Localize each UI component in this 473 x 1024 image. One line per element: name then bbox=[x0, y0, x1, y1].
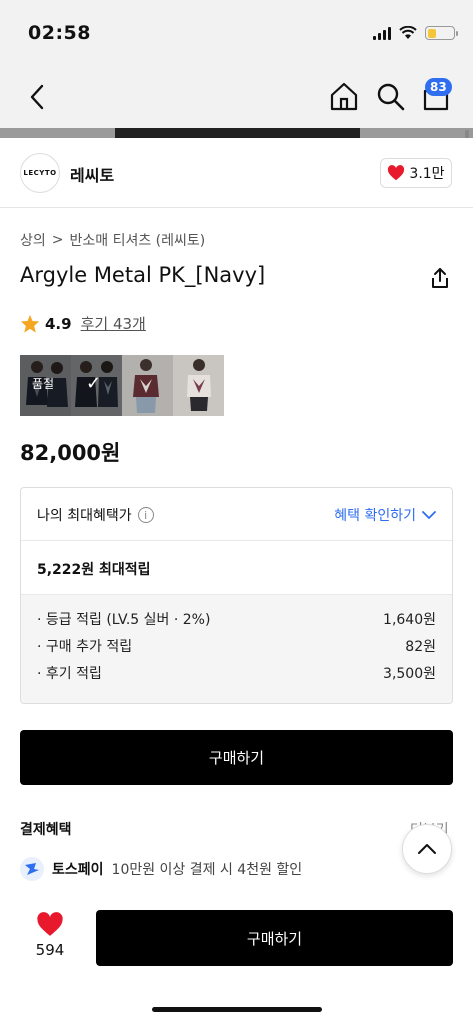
brand-logo[interactable]: LECYTO bbox=[20, 153, 60, 193]
bottom-buy-button[interactable]: 구매하기 bbox=[96, 910, 453, 966]
option-thumbnails: 품절 ✓ bbox=[20, 355, 224, 416]
scroll-to-top-button[interactable] bbox=[402, 824, 452, 874]
payment-benefits-heading: 결제혜택 bbox=[20, 822, 72, 838]
battery-icon bbox=[425, 26, 458, 40]
bottom-like-button[interactable]: 594 bbox=[30, 912, 70, 959]
toss-pay-description: 10만원 이상 결제 시 4천원 할인 bbox=[111, 862, 303, 878]
brand-name[interactable]: 레씨토 bbox=[70, 162, 114, 186]
breadcrumb-subcategory[interactable]: 반소매 티셔츠 (레씨토) bbox=[70, 230, 206, 250]
chevron-left-icon bbox=[30, 84, 44, 110]
status-time: 02:58 bbox=[28, 22, 91, 44]
info-icon[interactable]: i bbox=[137, 507, 154, 523]
star-icon bbox=[20, 314, 40, 333]
rating-row: 4.9 후기 43개 bbox=[20, 313, 146, 334]
toss-pay-name: 토스페이 bbox=[52, 862, 104, 878]
benefit-header: 나의 최대혜택가 i 혜택 확인하기 bbox=[21, 488, 452, 541]
signal-icon bbox=[373, 26, 391, 40]
sold-out-label: 품절 bbox=[32, 377, 55, 391]
benefit-item: · 구매 추가 적립 82원 bbox=[37, 639, 436, 655]
share-icon[interactable] bbox=[428, 266, 452, 290]
breadcrumb-separator: > bbox=[51, 232, 64, 248]
search-icon[interactable] bbox=[374, 80, 406, 112]
benefit-title: 나의 최대혜택가 i bbox=[37, 505, 154, 525]
breadcrumb: 상의 > 반소매 티셔츠 (레씨토) bbox=[20, 230, 205, 250]
status-bar: 02:58 bbox=[0, 0, 473, 66]
status-icons bbox=[373, 26, 458, 40]
benefit-total: 5,222원 최대적립 bbox=[21, 541, 452, 595]
option-thumbnail[interactable] bbox=[122, 355, 173, 416]
heart-icon bbox=[388, 165, 405, 181]
max-benefit-panel: 나의 최대혜택가 i 혜택 확인하기 5,222원 최대적립 · 등급 적립 (… bbox=[20, 487, 453, 704]
cart-count-badge: 83 bbox=[425, 78, 452, 96]
back-button[interactable] bbox=[22, 82, 52, 112]
chevron-down-icon bbox=[422, 510, 436, 519]
brand-like-count: 3.1만 bbox=[409, 166, 445, 182]
benefit-breakdown: · 등급 적립 (LV.5 실버 · 2%) 1,640원 · 구매 추가 적립… bbox=[21, 595, 452, 703]
top-nav-bar bbox=[0, 66, 473, 128]
benefit-item: · 후기 적립 3,500원 bbox=[37, 666, 436, 682]
toss-pay-icon bbox=[20, 857, 44, 881]
brand-row: LECYTO 레씨토 3.1만 bbox=[0, 138, 473, 208]
check-icon: ✓ bbox=[86, 373, 102, 394]
toss-pay-benefit[interactable]: 토스페이 10만원 이상 결제 시 4천원 할인 bbox=[20, 857, 302, 881]
home-indicator bbox=[152, 1007, 322, 1012]
buy-button[interactable]: 구매하기 bbox=[20, 730, 453, 785]
home-icon[interactable] bbox=[328, 80, 360, 112]
benefit-item: · 등급 적립 (LV.5 실버 · 2%) 1,640원 bbox=[37, 612, 436, 628]
rating-value: 4.9 bbox=[45, 314, 72, 333]
product-hero-image[interactable] bbox=[0, 128, 473, 138]
product-title: Argyle Metal PK_[Navy] bbox=[20, 263, 266, 287]
chevron-up-icon bbox=[418, 844, 436, 854]
benefit-check-link[interactable]: 혜택 확인하기 bbox=[334, 505, 436, 525]
like-count: 594 bbox=[35, 941, 65, 959]
product-price: 82,000원 bbox=[20, 441, 121, 465]
review-count-link[interactable]: 후기 43개 bbox=[81, 313, 146, 334]
wifi-icon bbox=[399, 26, 417, 39]
brand-like-button[interactable]: 3.1만 bbox=[380, 158, 452, 188]
heart-icon bbox=[37, 912, 63, 936]
breadcrumb-category[interactable]: 상의 bbox=[20, 230, 46, 250]
option-thumbnail[interactable] bbox=[173, 355, 224, 416]
